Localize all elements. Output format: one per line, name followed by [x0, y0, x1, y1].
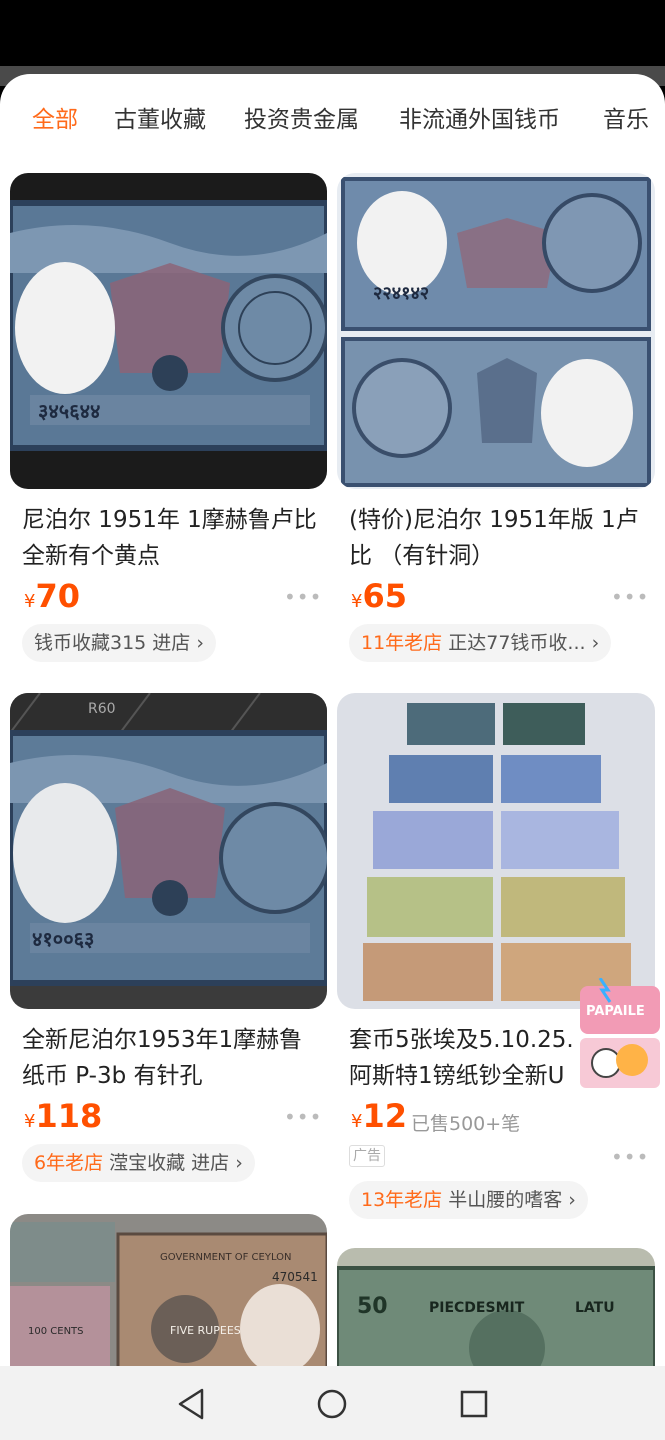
- floating-promo-badge[interactable]: PAPAILE: [580, 977, 662, 1090]
- currency-symbol: ¥: [351, 1111, 363, 1132]
- product-title[interactable]: 套币5张埃及5.10.25.阿斯特1镑纸钞全新U: [349, 1022, 589, 1094]
- banknote-text: LATU: [575, 1300, 615, 1316]
- shop-link[interactable]: 钱币收藏315 进店 ›: [22, 624, 216, 662]
- tab-music[interactable]: 音乐: [603, 100, 649, 134]
- price-value: 70: [35, 577, 80, 615]
- banknote-text: 100 CENTS: [28, 1326, 84, 1337]
- product-image[interactable]: [337, 693, 655, 1009]
- banknote-image: [10, 200, 327, 451]
- currency-symbol: ¥: [351, 591, 363, 612]
- home-icon[interactable]: [312, 1384, 352, 1424]
- more-dots-icon[interactable]: •••: [284, 585, 322, 609]
- shop-link[interactable]: 13年老店 半山腰的嗜客 ›: [349, 1181, 588, 1219]
- product-image[interactable]: 50 PIECDESMIT LATU: [337, 1248, 655, 1374]
- banknote-serial: ४१००६३: [32, 927, 95, 951]
- sold-count: 已售500+笔: [411, 1113, 521, 1135]
- tab-precious-metals[interactable]: 投资贵金属: [244, 100, 359, 134]
- ad-badge: 广告: [349, 1145, 385, 1167]
- shop-link[interactable]: 6年老店 滢宝收藏 进店 ›: [22, 1144, 255, 1182]
- chevron-right-icon: ›: [568, 1189, 576, 1211]
- chevron-right-icon: ›: [196, 632, 204, 654]
- promo-mascot-icon: [580, 977, 660, 1088]
- system-nav-bar: [0, 1366, 665, 1440]
- category-tabs: 全部 古董收藏 投资贵金属 非流通外国钱币 音乐: [0, 74, 665, 160]
- banknote-image: [341, 177, 651, 487]
- banknote-serial: ३४५६४४: [38, 399, 101, 423]
- product-card[interactable]: GOVERNMENT OF CEYLON 470541 FIVE RUPEES …: [10, 1214, 328, 1374]
- product-price: ¥118: [24, 1097, 102, 1135]
- tab-all[interactable]: 全部: [32, 100, 78, 134]
- currency-symbol: ¥: [24, 1111, 36, 1132]
- shop-age-badge: 13年老店: [361, 1189, 443, 1211]
- recents-icon[interactable]: [454, 1384, 494, 1424]
- product-image[interactable]: R60 ४१००६३: [10, 693, 327, 1009]
- product-title[interactable]: 尼泊尔 1951年 1摩赫鲁卢比 全新有个黄点: [22, 502, 322, 574]
- price-value: 12: [362, 1097, 407, 1135]
- banknote-image: [10, 1222, 327, 1374]
- shop-age-badge: 11年老店: [361, 632, 443, 654]
- product-card[interactable]: ३४५६४४ 尼泊尔 1951年 1摩赫鲁卢比 全新有个黄点 ¥70 ••• 钱…: [10, 173, 328, 673]
- product-price: ¥12: [351, 1097, 407, 1135]
- product-price: ¥65: [351, 577, 407, 615]
- more-dots-icon[interactable]: •••: [611, 1145, 649, 1169]
- chevron-right-icon: ›: [235, 1152, 243, 1174]
- product-image[interactable]: २२४१४२: [337, 173, 655, 489]
- banknote-text: R60: [88, 701, 116, 717]
- price-value: 65: [362, 577, 407, 615]
- status-bar: [0, 0, 665, 66]
- promo-badge-text: PAPAILE: [586, 1004, 645, 1019]
- product-image[interactable]: ३४५६४४: [10, 173, 327, 489]
- product-card[interactable]: 50 PIECDESMIT LATU: [337, 1248, 655, 1374]
- price-value: 118: [35, 1097, 103, 1135]
- product-title[interactable]: 全新尼泊尔1953年1摩赫鲁纸币 P-3b 有针孔: [22, 1022, 322, 1094]
- shop-link[interactable]: 11年老店 正达77钱币收... ›: [349, 624, 612, 662]
- banknote-text: 50: [357, 1294, 388, 1319]
- product-card[interactable]: २२४१४२ (特价)尼泊尔 1951年版 1卢比 （有针洞） ¥65 ••• …: [337, 173, 655, 673]
- product-card[interactable]: R60 ४१००६३ 全新尼泊尔1953年1摩赫鲁纸币 P-3b 有针孔 ¥11…: [10, 693, 328, 1193]
- tab-foreign-coins[interactable]: 非流通外国钱币: [399, 100, 560, 134]
- product-price: ¥70: [24, 577, 80, 615]
- banknote-serial: 470541: [272, 1270, 318, 1284]
- shop-age-badge: 6年老店: [34, 1152, 104, 1174]
- product-sheet: 全部 古董收藏 投资贵金属 非流通外国钱币 音乐 ३४५६४४ 尼泊尔 1951…: [0, 74, 665, 1374]
- more-dots-icon[interactable]: •••: [284, 1105, 322, 1129]
- product-card[interactable]: 套币5张埃及5.10.25.阿斯特1镑纸钞全新U ¥12 已售500+笔 广告 …: [337, 693, 655, 1219]
- product-title[interactable]: (特价)尼泊尔 1951年版 1卢比 （有针洞）: [349, 502, 649, 574]
- chevron-right-icon: ›: [591, 632, 600, 654]
- banknote-image: [363, 703, 631, 1001]
- currency-symbol: ¥: [24, 591, 36, 612]
- shop-name: 钱币收藏315 进店: [34, 632, 191, 654]
- shop-name: 滢宝收藏 进店: [109, 1152, 230, 1174]
- banknote-image: [10, 693, 327, 986]
- tab-antiques[interactable]: 古董收藏: [114, 100, 206, 134]
- back-icon[interactable]: [172, 1384, 212, 1424]
- shop-name: 半山腰的嗜客: [448, 1189, 563, 1211]
- banknote-text: GOVERNMENT OF CEYLON: [160, 1252, 292, 1263]
- banknote-text: FIVE RUPEES: [170, 1324, 241, 1337]
- product-image[interactable]: GOVERNMENT OF CEYLON 470541 FIVE RUPEES …: [10, 1214, 327, 1374]
- banknote-serial: २२४१४२: [373, 283, 430, 304]
- shop-name: 正达77钱币收...: [448, 632, 586, 654]
- more-dots-icon[interactable]: •••: [611, 585, 649, 609]
- banknote-text: PIECDESMIT: [429, 1300, 525, 1316]
